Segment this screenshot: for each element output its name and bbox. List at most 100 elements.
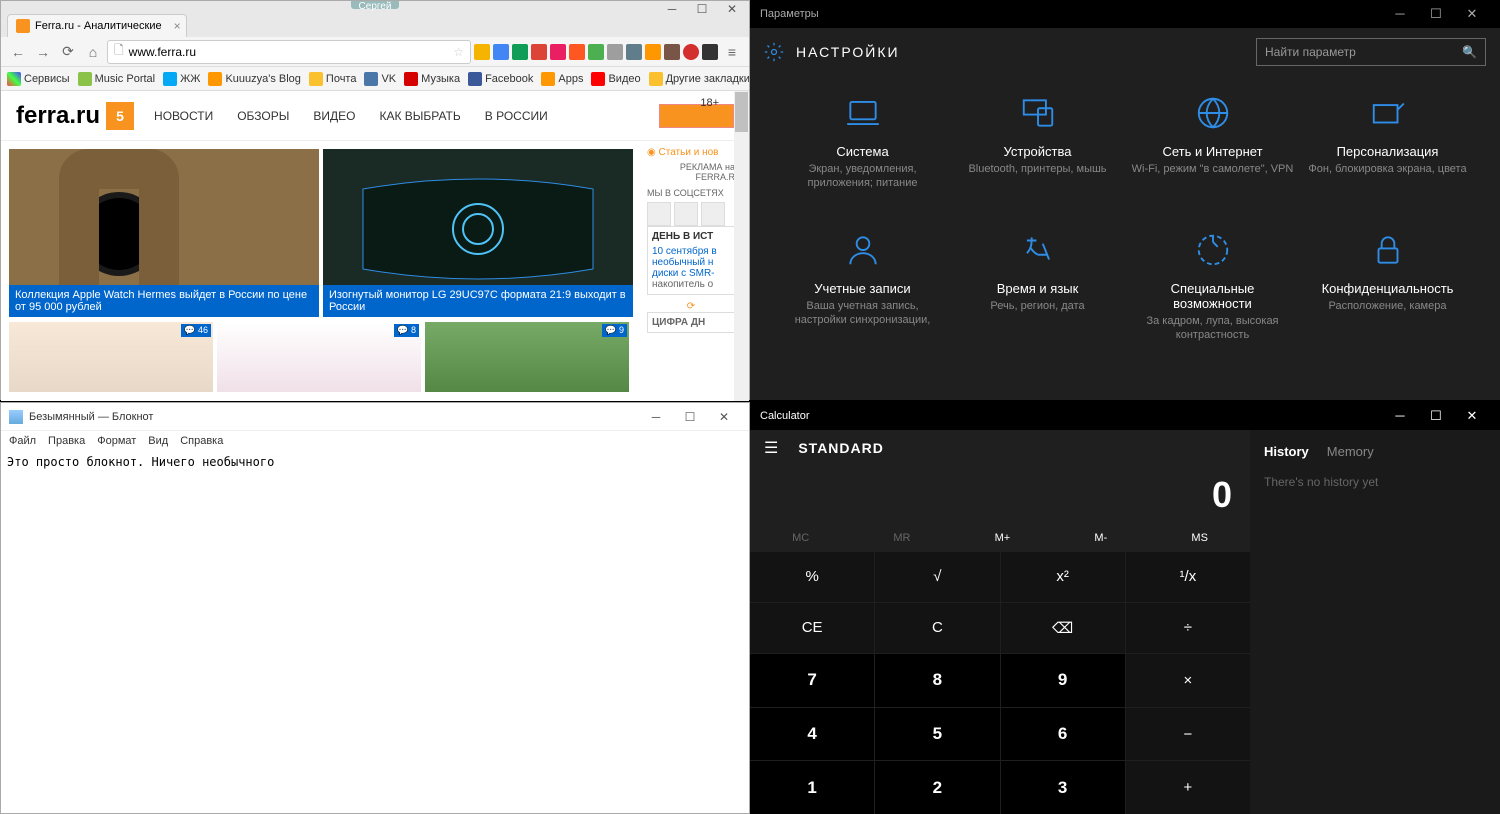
key-multiply[interactable]: × — [1126, 654, 1250, 707]
browser-tab[interactable]: Ferra.ru - Аналитические × — [7, 14, 187, 37]
star-icon[interactable]: ☆ — [453, 45, 464, 59]
nav-item[interactable]: КАК ВЫБРАТЬ — [379, 109, 460, 123]
home-button[interactable]: ⌂ — [82, 41, 104, 63]
extension-icon[interactable] — [569, 44, 585, 60]
facebook-icon[interactable] — [674, 202, 698, 226]
extension-icon[interactable] — [588, 44, 604, 60]
key-6[interactable]: 6 — [1001, 708, 1125, 761]
settings-item-time[interactable]: Время и языкРечь, регион, дата — [955, 231, 1120, 343]
extension-icon[interactable] — [626, 44, 642, 60]
other-bookmarks[interactable]: Другие закладки — [649, 72, 749, 86]
menu-file[interactable]: Файл — [9, 435, 36, 447]
close-button[interactable]: ✕ — [1454, 403, 1490, 429]
maximize-button[interactable]: ☐ — [673, 406, 707, 428]
mem-add[interactable]: M+ — [995, 532, 1011, 544]
settings-item-accessibility[interactable]: Специальные возможностиЗа кадром, лупа, … — [1130, 231, 1295, 343]
abp-icon[interactable] — [683, 44, 699, 60]
extension-icon[interactable] — [645, 44, 661, 60]
chrome-user-badge[interactable]: Сергей — [351, 1, 400, 9]
tab-memory[interactable]: Memory — [1327, 444, 1374, 459]
back-button[interactable]: ← — [7, 41, 29, 63]
hero-article[interactable]: Коллекция Apple Watch Hermes выйдет в Ро… — [9, 149, 319, 317]
tab-close-icon[interactable]: × — [174, 19, 181, 33]
extension-icon[interactable] — [607, 44, 623, 60]
twitter-icon[interactable] — [647, 202, 671, 226]
settings-item-network[interactable]: Сеть и ИнтернетWi-Fi, режим "в самолете"… — [1130, 94, 1295, 191]
article-thumb[interactable]: 💬 9 — [425, 322, 629, 392]
maximize-button[interactable]: ☐ — [1418, 1, 1454, 27]
close-button[interactable]: ✕ — [717, 0, 747, 19]
nav-item[interactable]: ВИДЕО — [313, 109, 355, 123]
reload-button[interactable]: ⟳ — [57, 41, 79, 63]
key-9[interactable]: 9 — [1001, 654, 1125, 707]
menu-view[interactable]: Вид — [148, 435, 168, 447]
settings-item-accounts[interactable]: Учетные записиВаша учетная запись, настр… — [780, 231, 945, 343]
bookmark-item[interactable]: Music Portal — [78, 72, 156, 86]
key-reciprocal[interactable]: ¹/x — [1126, 552, 1250, 602]
close-button[interactable]: ✕ — [707, 406, 741, 428]
key-percent[interactable]: % — [750, 552, 874, 602]
menu-edit[interactable]: Правка — [48, 435, 85, 447]
forward-button[interactable]: → — [32, 41, 54, 63]
menu-button[interactable]: ≡ — [721, 41, 743, 63]
bookmark-item[interactable]: Apps — [541, 72, 583, 86]
address-bar[interactable]: 🗋 www.ferra.ru ☆ — [107, 40, 471, 64]
key-7[interactable]: 7 — [750, 654, 874, 707]
key-3[interactable]: 3 — [1001, 761, 1125, 814]
key-minus[interactable]: − — [1126, 708, 1250, 761]
maximize-button[interactable]: ☐ — [1418, 403, 1454, 429]
key-5[interactable]: 5 — [875, 708, 999, 761]
nav-item[interactable]: ОБЗОРЫ — [237, 109, 289, 123]
minimize-button[interactable]: ─ — [1382, 1, 1418, 27]
mem-clear[interactable]: MC — [792, 532, 809, 544]
maximize-button[interactable]: ☐ — [687, 0, 717, 19]
key-8[interactable]: 8 — [875, 654, 999, 707]
settings-item-privacy[interactable]: КонфиденциальностьРасположение, камера — [1305, 231, 1470, 343]
extension-icon[interactable] — [664, 44, 680, 60]
bookmark-item[interactable]: VK — [364, 72, 396, 86]
bookmark-item[interactable]: ЖЖ — [163, 72, 200, 86]
key-c[interactable]: C — [875, 603, 999, 654]
key-sqrt[interactable]: √ — [875, 552, 999, 602]
close-button[interactable]: ✕ — [1454, 1, 1490, 27]
bookmark-item[interactable]: Почта — [309, 72, 357, 86]
menu-help[interactable]: Справка — [180, 435, 223, 447]
settings-item-system[interactable]: СистемаЭкран, уведомления, приложения; п… — [780, 94, 945, 191]
history-link[interactable]: 10 сентября в — [652, 246, 730, 257]
mem-sub[interactable]: M- — [1094, 532, 1107, 544]
bookmark-item[interactable]: Видео — [591, 72, 640, 86]
article-thumb[interactable]: 💬 8 — [217, 322, 421, 392]
notepad-textarea[interactable]: Это просто блокнот. Ничего необычного — [1, 451, 749, 473]
tab-history[interactable]: History — [1264, 444, 1309, 459]
bookmark-item[interactable]: Музыка — [404, 72, 460, 86]
article-thumb[interactable]: 💬 46 — [9, 322, 213, 392]
bookmark-item[interactable]: Kuuuzya's Blog — [208, 72, 300, 86]
key-1[interactable]: 1 — [750, 761, 874, 814]
nav-item[interactable]: В РОССИИ — [485, 109, 548, 123]
minimize-button[interactable]: ─ — [639, 406, 673, 428]
site-search[interactable] — [659, 104, 734, 128]
key-square[interactable]: x² — [1001, 552, 1125, 602]
settings-search[interactable]: Найти параметр🔍 — [1256, 38, 1486, 66]
scrollbar[interactable] — [734, 91, 749, 401]
minimize-button[interactable]: ─ — [1382, 403, 1418, 429]
mem-store[interactable]: MS — [1191, 532, 1208, 544]
mem-recall[interactable]: MR — [893, 532, 910, 544]
extension-icon[interactable] — [702, 44, 718, 60]
bookmark-item[interactable]: Facebook — [468, 72, 533, 86]
settings-item-personalization[interactable]: ПерсонализацияФон, блокировка экрана, цв… — [1305, 94, 1470, 191]
menu-format[interactable]: Формат — [97, 435, 136, 447]
site-logo[interactable]: ferra.ru5 — [16, 102, 134, 130]
vk-icon[interactable] — [701, 202, 725, 226]
settings-item-devices[interactable]: УстройстваBluetooth, принтеры, мышь — [955, 94, 1120, 191]
key-divide[interactable]: ÷ — [1126, 603, 1250, 654]
extension-icon[interactable] — [531, 44, 547, 60]
apps-button[interactable]: Сервисы — [7, 72, 70, 86]
nav-item[interactable]: НОВОСТИ — [154, 109, 213, 123]
extension-icon[interactable] — [550, 44, 566, 60]
extension-icon[interactable] — [474, 44, 490, 60]
extension-icon[interactable] — [493, 44, 509, 60]
hero-article[interactable]: Изогнутый монитор LG 29UC97C формата 21:… — [323, 149, 633, 317]
key-plus[interactable]: + — [1126, 761, 1250, 814]
sidebar-link[interactable]: Статьи и нов — [659, 147, 719, 158]
